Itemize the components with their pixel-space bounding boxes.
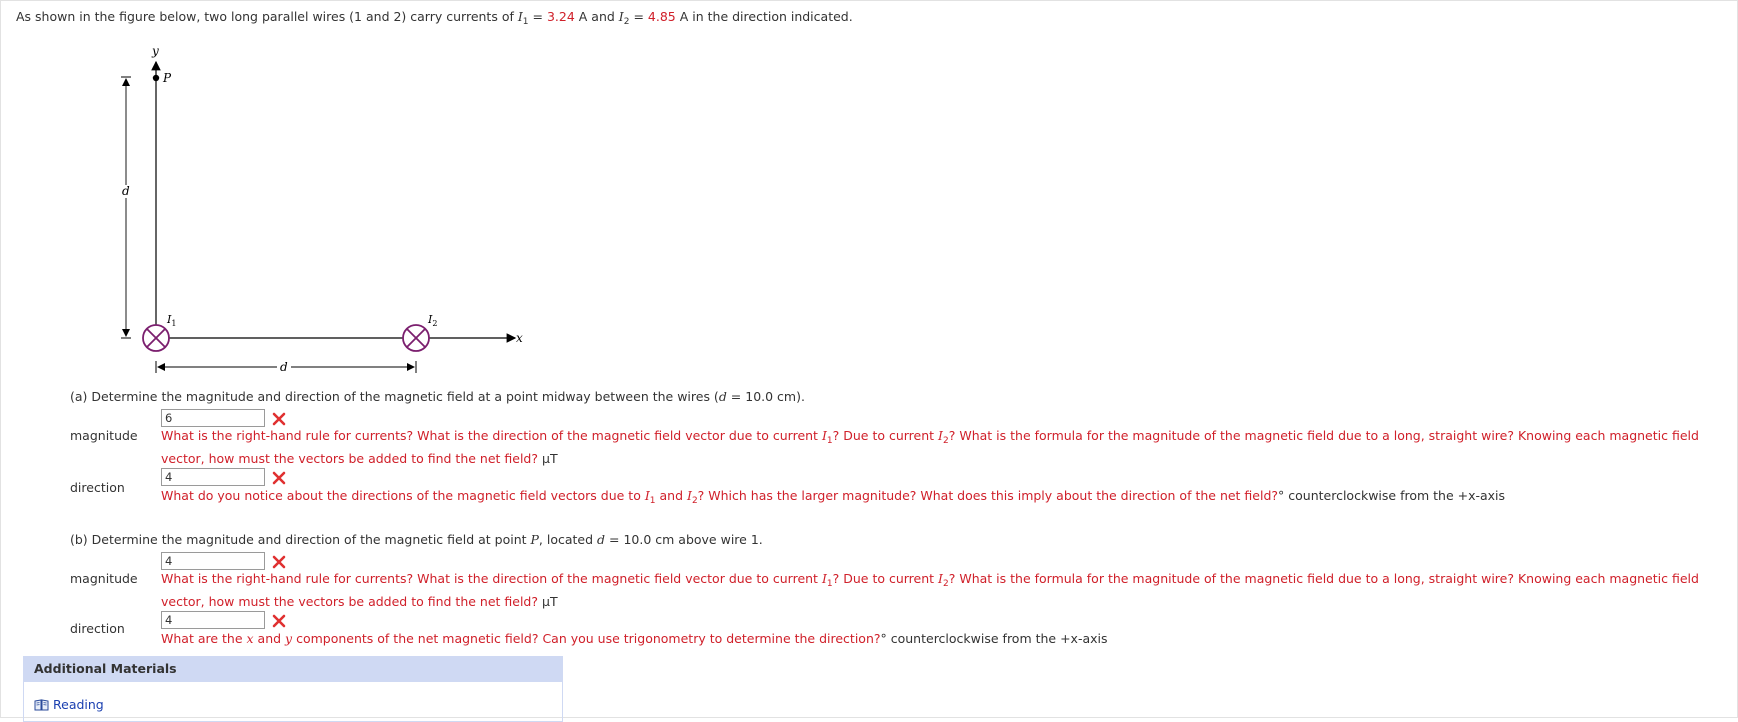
- x-axis-label: x: [516, 331, 523, 345]
- part-b-magnitude-hint: What is the right-hand rule for currents…: [161, 570, 1701, 611]
- unit-degrees: ° counterclockwise from the +x-axis: [1278, 488, 1505, 503]
- wire-2-into-page-icon: [403, 325, 429, 351]
- additional-materials-header: Additional Materials: [23, 656, 563, 682]
- intro-suffix: A in the direction indicated.: [676, 9, 853, 24]
- y-axis-label: y: [151, 44, 159, 58]
- point-p-label: P: [162, 71, 172, 85]
- incorrect-x-icon: [272, 471, 286, 485]
- unit-degrees: ° counterclockwise from the +x-axis: [881, 631, 1108, 646]
- d-vertical-label: d: [122, 184, 130, 198]
- part-b-magnitude-label: magnitude: [70, 571, 138, 586]
- reading-link[interactable]: Reading: [34, 697, 104, 712]
- part-a-direction-hint: What do you notice about the directions …: [161, 487, 1701, 510]
- additional-materials-panel: [23, 682, 563, 722]
- incorrect-x-icon: [272, 555, 286, 569]
- equals-sign: =: [629, 9, 647, 24]
- point-p-dot: [153, 75, 159, 81]
- part-a-question: (a) Determine the magnitude and directio…: [70, 389, 805, 404]
- part-b-direction-label: direction: [70, 621, 125, 636]
- incorrect-x-icon: [272, 614, 286, 628]
- part-a-magnitude-label: magnitude: [70, 428, 138, 443]
- d-horizontal-label: d: [280, 360, 288, 374]
- d-vertical-arrow-up: [122, 78, 130, 86]
- I2-value: 4.85: [648, 9, 676, 24]
- book-icon: [34, 699, 49, 711]
- unit-microtesla: µT: [538, 451, 558, 466]
- incorrect-x-icon: [272, 412, 286, 426]
- part-b-direction-hint: What are the x and y components of the n…: [161, 630, 1701, 648]
- wire-1-into-page-icon: [143, 325, 169, 351]
- part-b-direction-input[interactable]: [161, 611, 265, 629]
- wire-2-label: I2: [427, 313, 437, 328]
- part-a-magnitude-input[interactable]: [161, 409, 265, 427]
- part-a-direction-input[interactable]: [161, 468, 265, 486]
- d-horizontal-arrow-right: [407, 363, 415, 371]
- I1-unit: A and: [575, 9, 619, 24]
- part-a-magnitude-hint: What is the right-hand rule for currents…: [161, 427, 1701, 468]
- unit-microtesla: µT: [538, 594, 558, 609]
- wire-1-label: I1: [166, 313, 176, 328]
- wire-diagram: y P x d d I1 I2: [0, 0, 560, 390]
- d-horizontal-arrow-left: [157, 363, 165, 371]
- part-b-magnitude-input[interactable]: [161, 552, 265, 570]
- reading-label: Reading: [53, 697, 104, 712]
- part-a-direction-label: direction: [70, 480, 125, 495]
- d-vertical-arrow-down: [122, 329, 130, 337]
- part-b-question: (b) Determine the magnitude and directio…: [70, 532, 763, 547]
